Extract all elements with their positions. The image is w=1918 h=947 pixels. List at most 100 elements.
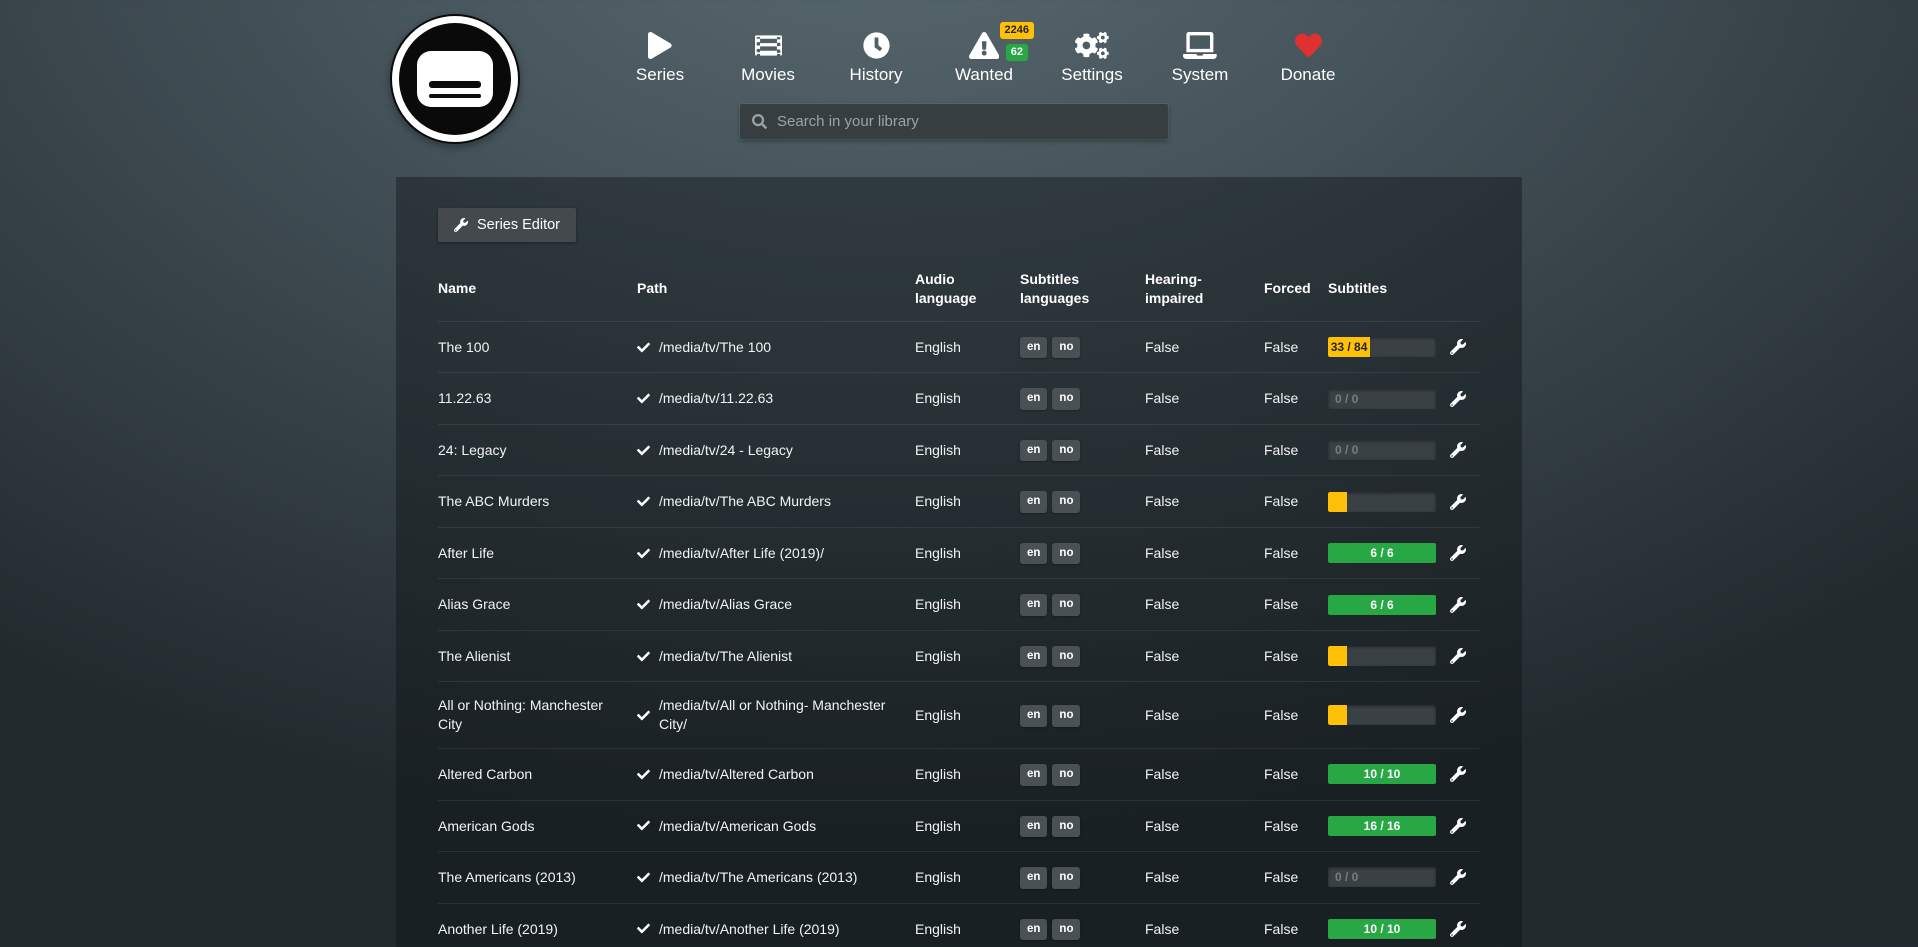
wrench-icon[interactable] (1450, 442, 1480, 458)
series-path: /media/tv/Alias Grace (659, 595, 792, 614)
wrench-icon[interactable] (1450, 494, 1480, 510)
subtitle-language-badge: en (1020, 867, 1047, 889)
series-table-body: The 100/media/tv/The 100EnglishennoFalse… (438, 321, 1480, 947)
series-name[interactable]: All or Nothing: Manchester City (438, 682, 637, 749)
series-name[interactable]: Another Life (2019) (438, 903, 637, 947)
subtitle-language-badge: en (1020, 705, 1047, 727)
subtitle-language-badge: en (1020, 919, 1047, 941)
series-path: /media/tv/The ABC Murders (659, 492, 831, 511)
forced: False (1264, 373, 1328, 425)
audio-language: English (915, 579, 1020, 631)
check-icon (637, 768, 650, 781)
series-table-header-row: NamePathAudio languageSubtitles language… (438, 270, 1480, 321)
wrench-icon[interactable] (1450, 648, 1480, 664)
nav-item-label: Settings (1061, 65, 1122, 85)
series-name[interactable]: American Gods (438, 800, 637, 852)
series-name[interactable]: The 100 (438, 321, 637, 373)
series-path: /media/tv/11.22.63 (659, 389, 773, 408)
subtitles-progress-bar: 10 / 10 (1328, 764, 1436, 784)
nav-item-donate[interactable]: Donate (1254, 31, 1362, 85)
subtitles: 33 / 84 (1328, 321, 1450, 373)
subtitles-progress-bar: 10 / 10 (1328, 919, 1436, 939)
subtitles (1328, 476, 1450, 528)
subtitle-language-badge: en (1020, 646, 1047, 668)
subtitles-count: 0 / 0 (1335, 389, 1358, 409)
wrench-icon[interactable] (1450, 818, 1480, 834)
wrench-icon[interactable] (1450, 545, 1480, 561)
series-name[interactable]: Altered Carbon (438, 749, 637, 801)
wrench-icon[interactable] (1450, 766, 1480, 782)
nav-item-wanted[interactable]: Wanted224662 (930, 31, 1038, 85)
series-name[interactable]: 24: Legacy (438, 424, 637, 476)
nav-item-system[interactable]: System (1146, 31, 1254, 85)
hearing-impaired: False (1145, 800, 1264, 852)
nav-item-settings[interactable]: Settings (1038, 31, 1146, 85)
series-name[interactable]: 11.22.63 (438, 373, 637, 425)
check-icon (637, 444, 650, 457)
check-icon (637, 922, 650, 935)
subtitles: 0 / 0 (1328, 852, 1450, 904)
series-path: /media/tv/American Gods (659, 817, 816, 836)
warning-triangle-icon (969, 31, 999, 59)
hearing-impaired: False (1145, 630, 1264, 682)
subtitles-count: 0 / 0 (1335, 440, 1358, 460)
subtitles-progress-bar: 16 / 16 (1328, 816, 1436, 836)
wrench-icon[interactable] (1450, 869, 1480, 885)
nav-item-label: History (850, 65, 903, 85)
audio-language: English (915, 903, 1020, 947)
audio-language: English (915, 852, 1020, 904)
subtitle-language-badge: no (1052, 816, 1080, 838)
series-name[interactable]: After Life (438, 527, 637, 579)
nav-item-series[interactable]: Series (606, 31, 714, 85)
series-path: /media/tv/All or Nothing- Manchester Cit… (659, 696, 905, 734)
nav-item-movies[interactable]: Movies (714, 31, 822, 85)
table-row: Altered Carbon/media/tv/Altered CarbonEn… (438, 749, 1480, 801)
search-input[interactable] (777, 113, 1156, 130)
forced: False (1264, 852, 1328, 904)
table-row: Another Life (2019)/media/tv/Another Lif… (438, 903, 1480, 947)
series-name[interactable]: The ABC Murders (438, 476, 637, 528)
hearing-impaired: False (1145, 321, 1264, 373)
series-editor-button[interactable]: Series Editor (438, 208, 576, 242)
series-name[interactable]: Alias Grace (438, 579, 637, 631)
wrench-icon[interactable] (1450, 597, 1480, 613)
series-path: /media/tv/24 - Legacy (659, 441, 793, 460)
wrench-icon[interactable] (1450, 339, 1480, 355)
series-name[interactable]: The Americans (2013) (438, 852, 637, 904)
check-icon (637, 871, 650, 884)
app-logo[interactable] (390, 14, 520, 144)
nav-item-history[interactable]: History (822, 31, 930, 85)
wrench-icon[interactable] (1450, 921, 1480, 937)
column-header: Hearing-impaired (1145, 270, 1264, 321)
check-icon (637, 392, 650, 405)
table-row: 24: Legacy/media/tv/24 - LegacyEnglishen… (438, 424, 1480, 476)
subtitle-language-badge: en (1020, 594, 1047, 616)
subtitle-language-badge: no (1052, 867, 1080, 889)
column-header: Subtitles languages (1020, 270, 1145, 321)
subtitle-language-badge: no (1052, 594, 1080, 616)
wrench-icon (454, 218, 468, 232)
wrench-icon[interactable] (1450, 707, 1480, 723)
hearing-impaired: False (1145, 749, 1264, 801)
subtitles-count (1328, 646, 1347, 666)
subtitles-languages: enno (1020, 321, 1145, 373)
column-header: Name (438, 270, 637, 321)
forced: False (1264, 424, 1328, 476)
subtitles-count: 6 / 6 (1328, 543, 1436, 563)
subtitles-languages: enno (1020, 682, 1145, 749)
forced: False (1264, 476, 1328, 528)
wrench-icon[interactable] (1450, 391, 1480, 407)
series-path: /media/tv/The Americans (2013) (659, 868, 857, 887)
hearing-impaired: False (1145, 373, 1264, 425)
forced: False (1264, 527, 1328, 579)
subtitles-languages: enno (1020, 800, 1145, 852)
forced: False (1264, 749, 1328, 801)
subtitles-languages: enno (1020, 373, 1145, 425)
column-header: Subtitles (1328, 270, 1450, 321)
search-bar[interactable] (740, 104, 1168, 139)
subtitle-language-badge: no (1052, 388, 1080, 410)
hearing-impaired: False (1145, 852, 1264, 904)
subtitle-language-badge: en (1020, 764, 1047, 786)
series-name[interactable]: The Alienist (438, 630, 637, 682)
subtitle-language-badge: no (1052, 337, 1080, 359)
